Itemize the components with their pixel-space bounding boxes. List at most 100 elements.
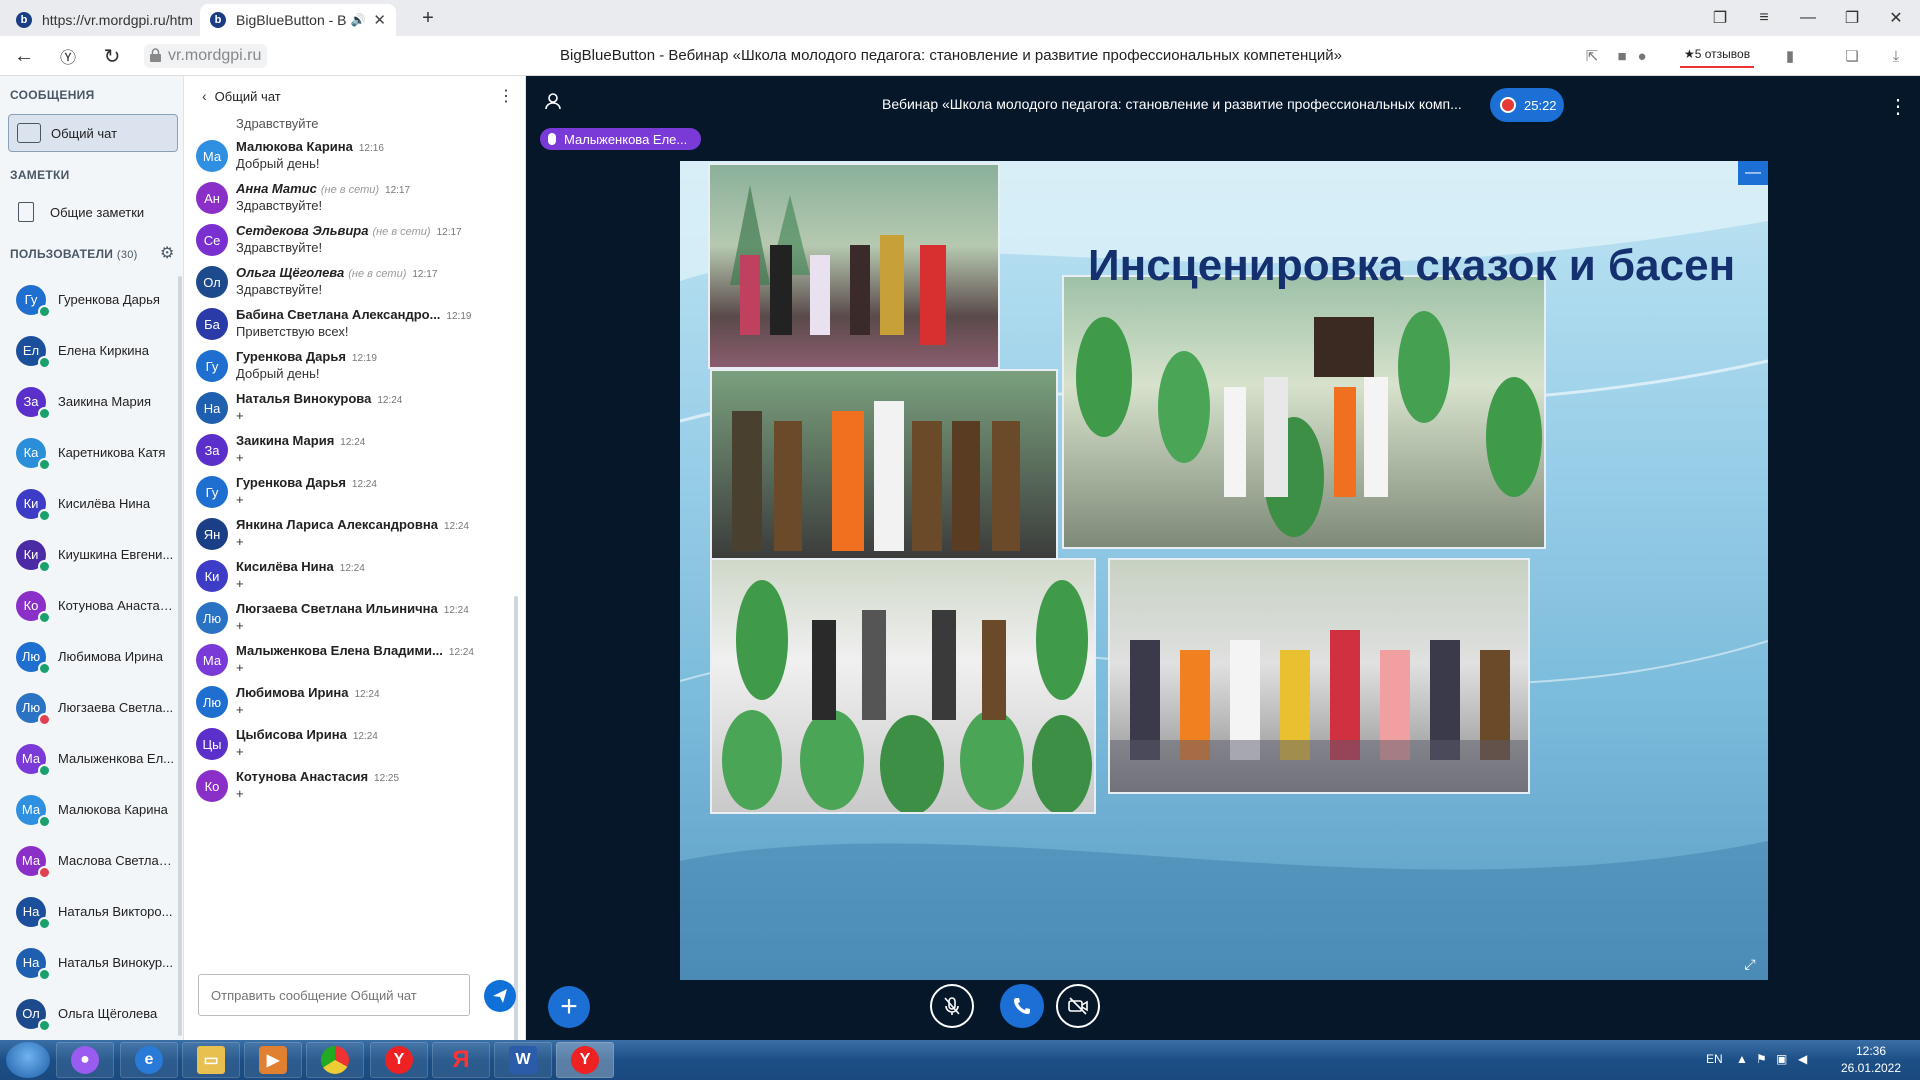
- user-name: Малыженкова Ел...: [58, 751, 174, 766]
- message-sender: Гуренкова Дарья: [236, 475, 346, 490]
- user-list-item[interactable]: Ко Котунова Анастас...: [0, 580, 178, 631]
- internet-explorer-icon: e: [135, 1046, 163, 1074]
- recording-indicator[interactable]: 25:22: [1490, 88, 1564, 122]
- share-icon[interactable]: ⇱: [1576, 36, 1608, 76]
- shared-notes-item[interactable]: Общие заметки: [8, 194, 178, 230]
- message-text: Приветствую всех!: [236, 324, 349, 339]
- user-name: Любимова Ирина: [58, 649, 164, 664]
- user-list-item[interactable]: Ма Маслова Светлан...: [0, 835, 178, 886]
- language-indicator[interactable]: EN: [1706, 1052, 1723, 1066]
- user-list-item[interactable]: На Наталья Винокур...: [0, 937, 178, 988]
- message-time: 12:24: [340, 437, 366, 448]
- user-list-item[interactable]: Ол Ольга Щёголева: [0, 988, 178, 1039]
- back-arrow-icon[interactable]: ←: [6, 36, 42, 76]
- user-list-item[interactable]: Ма Малюкова Карина: [0, 784, 178, 835]
- windows-taskbar: ● e ▭ ▶ Y Я W Y EN ▲ ⚑ ▣ ◀ 12:36 26.01.2…: [0, 1040, 1920, 1080]
- avatar: Лю: [196, 602, 228, 634]
- options-menu-icon[interactable]: ⋮: [1888, 94, 1908, 119]
- user-list-item[interactable]: За Заикина Мария: [0, 376, 178, 427]
- message-time: 12:24: [351, 479, 377, 490]
- download-icon[interactable]: ⤓: [1880, 36, 1912, 76]
- bookmarks-icon[interactable]: ❐: [1698, 0, 1742, 36]
- taskbar-media[interactable]: ▶: [244, 1042, 302, 1078]
- network-icon[interactable]: ▣: [1776, 1052, 1787, 1066]
- chevron-left-icon[interactable]: ‹: [202, 88, 207, 104]
- user-list-item[interactable]: На Наталья Викторо...: [0, 886, 178, 937]
- folder-icon: ▭: [197, 1046, 225, 1074]
- leave-audio-button[interactable]: [1000, 984, 1044, 1028]
- fullscreen-icon[interactable]: ⤢: [1738, 953, 1762, 975]
- chat-title[interactable]: Общий чат: [215, 89, 281, 104]
- message-sender: Сетдекова Эльвира: [236, 223, 369, 238]
- user-status-icon: [38, 304, 51, 318]
- user-list-item[interactable]: Гу Гуренкова Дарья: [0, 274, 178, 325]
- user-status-icon: [38, 406, 51, 420]
- gear-icon[interactable]: ⚙: [160, 243, 174, 263]
- menu-icon[interactable]: ≡: [1742, 0, 1786, 36]
- share-webcam-button[interactable]: [1056, 984, 1100, 1028]
- avatar-initials: Ел: [22, 343, 40, 358]
- flag-icon[interactable]: ⚑: [1756, 1052, 1767, 1066]
- user-list-item[interactable]: Ел Елена Киркина: [0, 325, 178, 376]
- bookmark-icon[interactable]: ▮: [1774, 36, 1806, 76]
- volume-icon[interactable]: ◀: [1798, 1052, 1807, 1066]
- photo-fairy-tale-3: [1062, 275, 1546, 549]
- minimize-presentation-button[interactable]: —: [1738, 161, 1768, 185]
- public-chat-item[interactable]: Общий чат: [8, 114, 178, 152]
- avatar-initials: Ма: [21, 802, 41, 817]
- reviews-badge[interactable]: ★5 отзывов: [1680, 44, 1755, 68]
- taskbar-explorer[interactable]: ▭: [182, 1042, 240, 1078]
- avatar: Ел: [16, 335, 51, 369]
- minimize-window-button[interactable]: —: [1786, 0, 1830, 36]
- user-list-item[interactable]: Ки Киушкина Евгени...: [0, 529, 178, 580]
- avatar: Ба: [196, 308, 228, 340]
- user-status-icon: [38, 814, 51, 828]
- mic-icon[interactable]: ●: [1626, 36, 1658, 76]
- taskbar-yandex[interactable]: Я: [432, 1042, 490, 1078]
- user-list-item[interactable]: Ма Малыженкова Ел...: [0, 733, 178, 784]
- user-list-item[interactable]: Ка Каретникова Катя: [0, 427, 178, 478]
- taskbar-yandex-browser[interactable]: Y: [370, 1042, 428, 1078]
- more-options-icon[interactable]: ⋮: [498, 86, 514, 106]
- taskbar-word[interactable]: W: [494, 1042, 552, 1078]
- user-icon[interactable]: [544, 92, 562, 115]
- start-button[interactable]: [6, 1042, 50, 1078]
- user-list-item[interactable]: Ки Кисилёва Нина: [0, 478, 178, 529]
- tab-bigbluebutton[interactable]: b BigBlueButton - Веби 🔊 ✕: [200, 4, 396, 36]
- avatar-initials: Ол: [22, 1006, 40, 1021]
- yandex-icon[interactable]: Ⓨ: [50, 36, 86, 76]
- chat-scrollbar[interactable]: [514, 596, 518, 1040]
- actions-add-button[interactable]: +: [548, 986, 590, 1028]
- user-list-scrollbar[interactable]: [178, 276, 182, 1036]
- avatar-initials: Ма: [21, 853, 41, 868]
- taskbar-chrome[interactable]: [306, 1042, 364, 1078]
- taskbar-ie[interactable]: e: [120, 1042, 178, 1078]
- speaker-icon[interactable]: 🔊: [350, 13, 365, 27]
- show-hidden-icons[interactable]: ▲: [1736, 1052, 1748, 1066]
- taskbar-alice[interactable]: ●: [56, 1042, 114, 1078]
- user-list-item[interactable]: Лю Люгзаева Светла...: [0, 682, 178, 733]
- collections-icon[interactable]: ❏: [1836, 36, 1868, 76]
- maximize-window-button[interactable]: ❐: [1830, 0, 1874, 36]
- message-sender: Кисилёва Нина: [236, 559, 334, 574]
- avatar-initials: За: [204, 442, 220, 458]
- talking-indicator[interactable]: Малыженкова Еле...: [540, 128, 702, 150]
- url-field[interactable]: vr.mordgpi.ru: [144, 44, 268, 68]
- chat-message-input[interactable]: [198, 974, 470, 1016]
- taskbar-yandex-active[interactable]: Y: [556, 1042, 614, 1078]
- message-sender: Анна Матис: [236, 181, 317, 196]
- user-name: Гуренкова Дарья: [58, 292, 160, 307]
- user-list-item[interactable]: Лю Любимова Ирина: [0, 631, 178, 682]
- avatar-initials: Лю: [202, 610, 222, 626]
- close-tab-icon[interactable]: ✕: [373, 11, 386, 29]
- tab-mordgpi[interactable]: b https://vr.mordgpi.ru/html5: [6, 4, 202, 36]
- send-button[interactable]: [484, 980, 516, 1012]
- mute-button[interactable]: [930, 984, 974, 1028]
- system-clock[interactable]: 12:36 26.01.2022: [1836, 1043, 1906, 1077]
- avatar: Лю: [196, 686, 228, 718]
- avatar-initials: На: [22, 955, 40, 970]
- alice-icon: ●: [71, 1046, 99, 1074]
- close-window-button[interactable]: ✕: [1874, 0, 1918, 36]
- reload-icon[interactable]: ↻: [94, 36, 130, 76]
- new-tab-button[interactable]: +: [406, 0, 450, 36]
